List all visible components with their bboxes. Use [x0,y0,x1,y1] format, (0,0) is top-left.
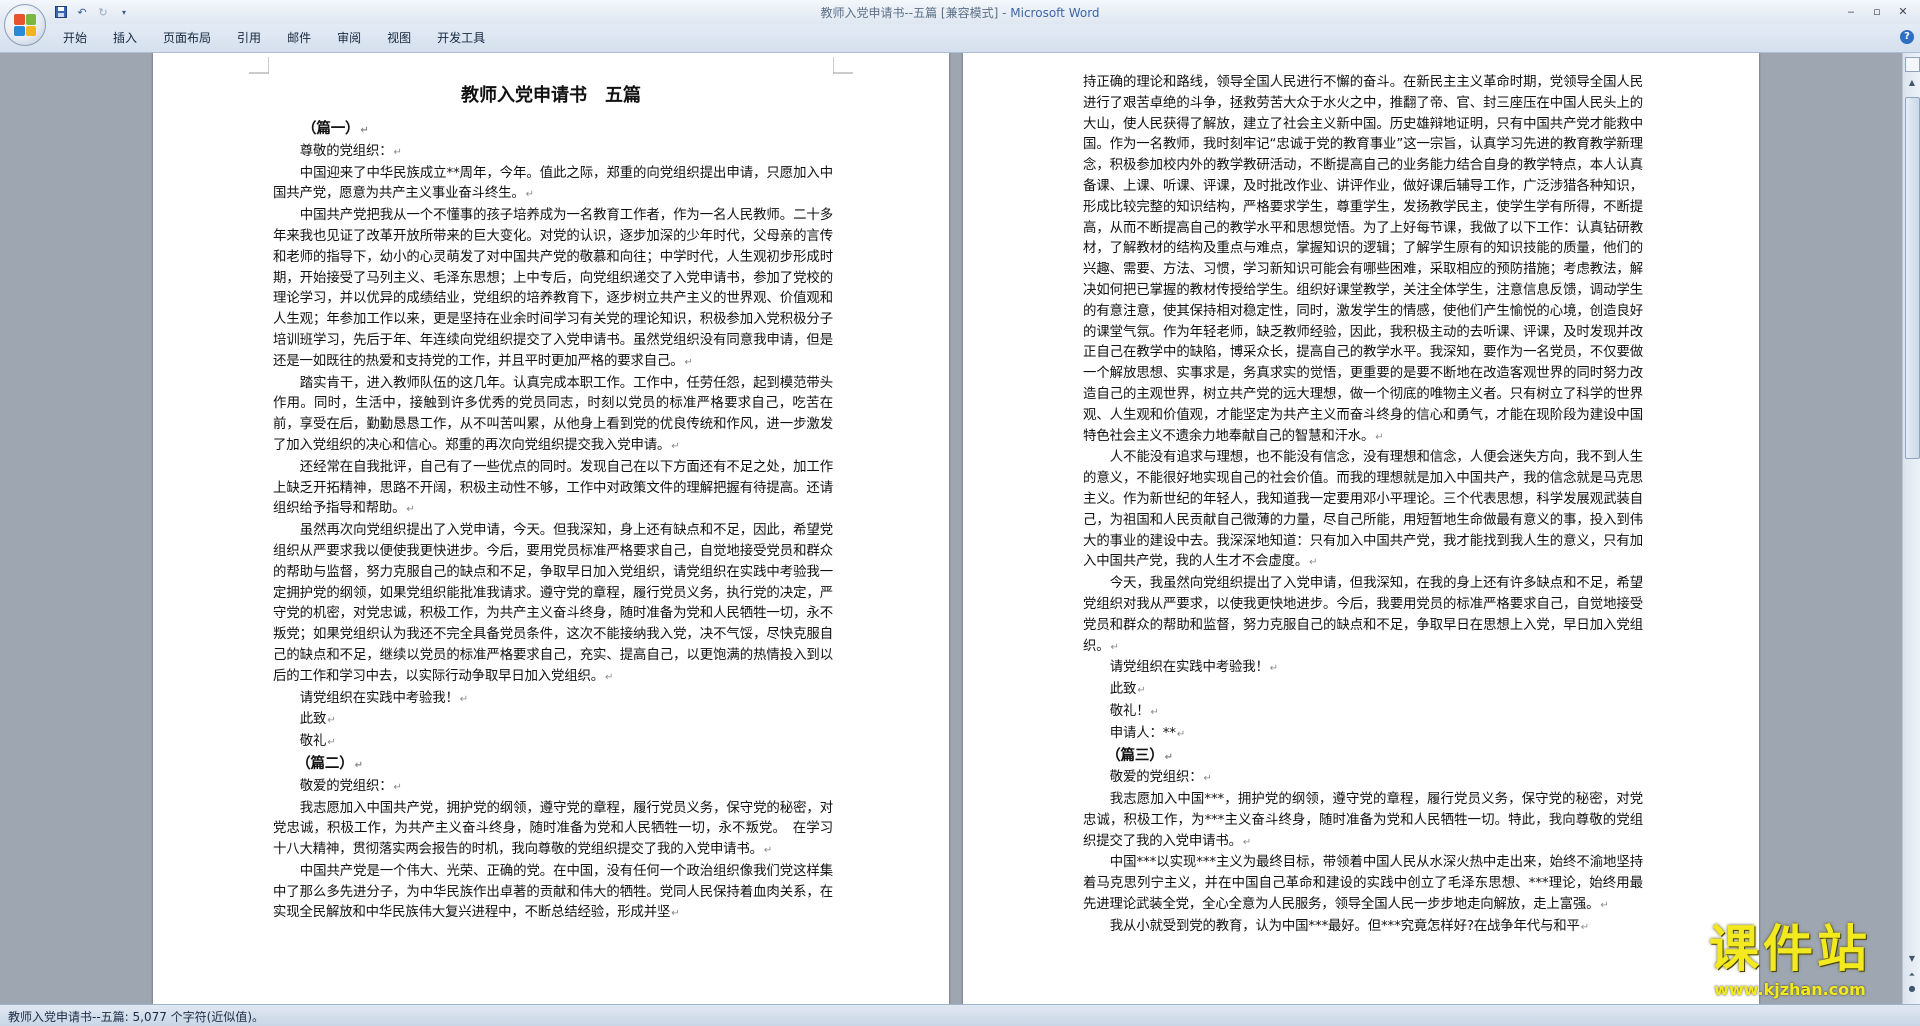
paragraph-mark-icon: ↵ [684,356,693,368]
paragraph-mark-icon: ↵ [1137,685,1146,697]
paragraph: 人不能没有追求与理想，也不能没有信念，没有理想和信念，人便会迷失方向，我不到人生… [1083,450,1643,570]
document-page-1[interactable]: 教师入党申请书 五篇 （篇一）↵ 尊敬的党组织：↵ 中国迎来了中华民族成立**周年，… [153,53,949,1004]
tab-references[interactable]: 引用 [224,24,274,52]
paragraph: 我志愿加入中国***，拥护党的纲领，遵守党的章程，履行党员义务，保守党的秘密，对… [1083,792,1643,849]
paragraph: 敬爱的党组织：↵ [299,778,402,794]
paragraph: 中国共产党是一个伟大、光荣、正确的党。在中国，没有任何一个政治组织像我们党这样集… [273,863,833,921]
close-icon[interactable]: ✕ [1890,2,1916,20]
status-bar: 教师入党申请书--五篇: 5,077 个字符(近似值)。 [0,1004,1920,1026]
paragraph-mark-icon: ↵ [1150,706,1159,718]
paragraph: 中国***以实现***主义为最终目标，带领着中国人民从水深火热中走出来，始终不渝… [1083,855,1643,913]
tab-review[interactable]: 审阅 [324,24,374,52]
page-2-body: 持正确的理论和路线，领导全国人民进行不懈的奋斗。在新民主主义革命时期，党领导全国… [1083,73,1643,939]
paragraph-mark-icon: ↵ [1203,773,1212,785]
paragraph: 还经常在自我批评，自己有了一些优点的同时。发现自己在以下方面还有不足之处，加工作… [273,459,833,517]
paragraph-mark-icon: ↵ [763,845,773,857]
tab-insert[interactable]: 插入 [100,24,150,52]
paragraph: 尊敬的党组织：↵ [299,143,402,159]
paragraph-mark-icon: ↵ [327,737,336,749]
paragraph-mark-icon: ↵ [1600,900,1609,912]
scrollbar-thumb[interactable] [1905,97,1920,459]
page-corner-mark [249,57,269,74]
window-controls: ‒ ▫ ✕ [1838,2,1916,20]
ribbon-tabs: 开始 插入 页面布局 引用 邮件 审阅 视图 开发工具 [50,24,498,52]
minimize-icon[interactable]: ‒ [1838,2,1864,20]
page-corner-mark [833,57,853,74]
scroll-up-icon[interactable]: ▲ [1906,77,1918,89]
paragraph-mark-icon: ↵ [1176,728,1186,740]
vertical-scrollbar[interactable]: ▲ ▼ ⏶ ● [1902,53,1920,1004]
paragraph-mark-icon: ↵ [671,908,680,920]
paragraph: 我志愿加入中国共产党，拥护党的纲领，遵守党的章程，履行党员义务，保守党的秘密，对… [273,800,833,858]
paragraph-mark-icon: ↵ [354,759,363,771]
paragraph-mark-icon: ↵ [406,504,415,516]
document-title: 教师入党申请书 五篇 [461,85,641,106]
paragraph: 申请人：**↵ [1109,725,1186,741]
window-title-app: Microsoft Word [1010,6,1100,20]
paragraph-mark-icon: ↵ [327,715,336,727]
watermark-title: 课件站 [1709,920,1871,978]
ruler-toggle-icon[interactable] [1905,57,1920,72]
paragraph: 持正确的理论和路线，领导全国人民进行不懈的奋斗。在新民主主义革命时期，党领导全国… [1083,75,1643,444]
window-title: 教师入党申请书--五篇 [兼容模式] - Microsoft Word [0,4,1920,21]
help-icon[interactable]: ? [1900,30,1914,44]
document-workspace[interactable]: 教师入党申请书 五篇 （篇一）↵ 尊敬的党组织：↵ 中国迎来了中华民族成立**周年，… [0,53,1902,1004]
paragraph: 此致↵ [299,712,336,728]
tab-home[interactable]: 开始 [50,24,100,52]
paragraph-mark-icon: ↵ [393,781,402,793]
paragraph-mark-icon: ↵ [671,440,680,452]
paragraph: 请党组织在实践中考验我！↵ [1109,660,1278,676]
window-title-doc: 教师入党申请书--五篇 [兼容模式] - [820,6,1011,20]
paragraph: 敬爱的党组织：↵ [1109,770,1212,786]
paragraph: 此致↵ [1109,682,1146,698]
paragraph-mark-icon: ↵ [1164,751,1173,763]
tab-view[interactable]: 视图 [374,24,424,52]
paragraph: 请党组织在实践中考验我！↵ [299,690,468,706]
paragraph-mark-icon: ↵ [360,125,369,136]
tab-mailings[interactable]: 邮件 [274,24,324,52]
ribbon-tab-row: 开始 插入 页面布局 引用 邮件 审阅 视图 开发工具 ? [0,24,1920,53]
section-heading: （篇二）↵ [296,755,363,772]
paragraph-mark-icon: ↵ [1110,641,1119,653]
paragraph: 踏实肯干，进入教师队伍的这几年。认真完成本职工作。工作中，任劳任怨，起到模范带头… [273,375,833,453]
document-page-2[interactable]: 持正确的理论和路线，领导全国人民进行不懈的奋斗。在新民主主义革命时期，党领导全国… [963,53,1759,1004]
watermark-url: www.kjzhan.com [1714,980,1866,999]
section-heading: （篇三）↵ [1106,747,1173,764]
paragraph: 今天，我虽然向党组织提出了入党申请，但我深知，在我的身上还有许多缺点和不足，希望… [1083,576,1643,654]
watermark-logo: 课件站 www.kjzhan.com [1664,920,1916,1004]
office-logo-icon [14,14,36,36]
page-1-body: （篇一）↵ 尊敬的党组织：↵ 中国迎来了中华民族成立**周年，今年。值此之际，郑重的… [273,119,833,925]
paragraph-mark-icon: ↵ [1269,663,1278,675]
paragraph-mark-icon: ↵ [393,146,402,158]
title-bar: ↶ ↻ ▾ 教师入党申请书--五篇 [兼容模式] - Microsoft Wor… [0,0,1920,25]
paragraph: 敬礼↵ [299,734,336,750]
paragraph: 中国共产党把我从一个不懂事的孩子培养成为一名教育工作者，作为一名人民教师。二十多… [273,208,833,369]
tab-page-layout[interactable]: 页面布局 [150,24,224,52]
office-button[interactable] [4,4,46,46]
paragraph-mark-icon: ↵ [525,189,534,201]
paragraph-mark-icon: ↵ [1309,557,1318,569]
paragraph: 敬礼！↵ [1109,703,1159,719]
paragraph-mark-icon: ↵ [605,671,614,683]
paragraph: 中国迎来了中华民族成立**周年，今年。值此之际，郑重的向党组织提出申请，只愿加入… [273,165,833,202]
paragraph-mark-icon: ↵ [459,693,468,705]
tab-developer[interactable]: 开发工具 [424,24,498,52]
paragraph: 我从小就受到党的教育，认为中国***最好。但***究竟怎样好?在战争年代与和平↵ [1109,918,1589,934]
maximize-icon[interactable]: ▫ [1864,2,1890,20]
status-word-count[interactable]: 教师入党申请书--五篇: 5,077 个字符(近似值)。 [8,1008,264,1025]
paragraph: 虽然再次向党组织提出了入党申请，今天。但我深知，身上还有缺点和不足，因此，希望党… [273,523,833,684]
paragraph-mark-icon: ↵ [1375,431,1384,443]
paragraph-mark-icon: ↵ [1580,921,1589,933]
paragraph-mark-icon: ↵ [1242,836,1252,848]
section-heading: （篇一）↵ [302,121,369,137]
